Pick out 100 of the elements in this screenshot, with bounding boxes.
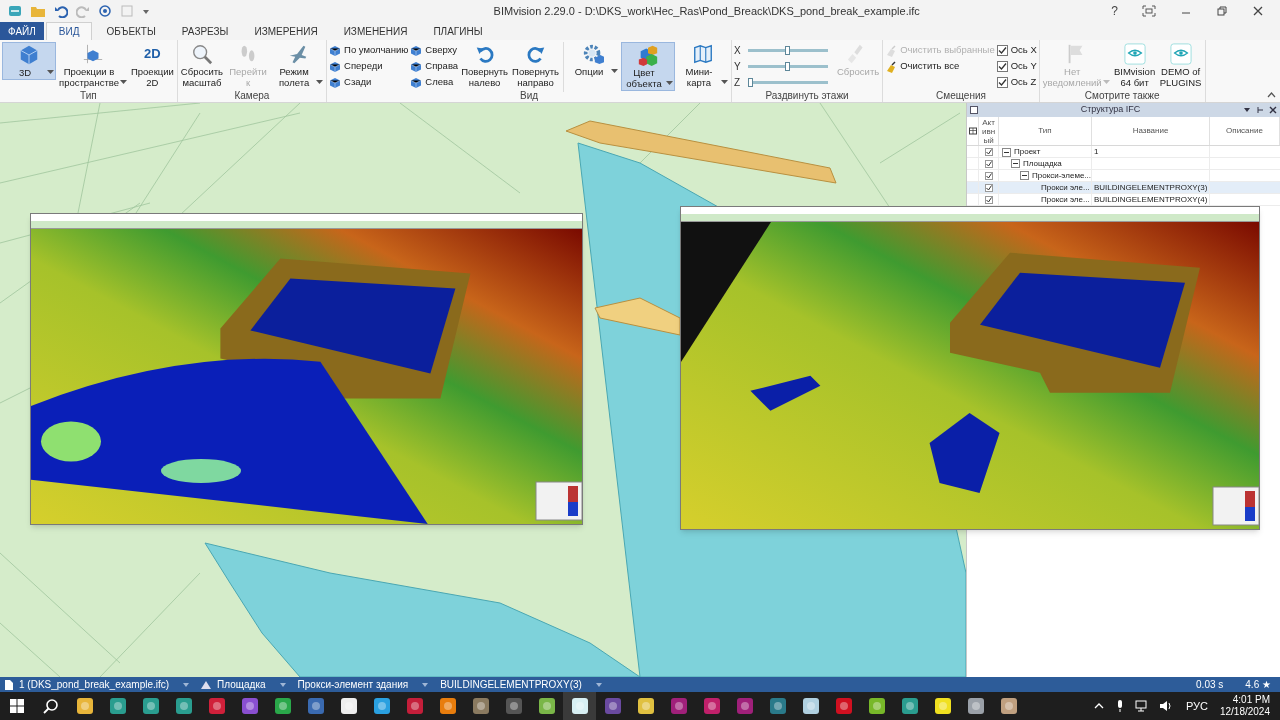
app-icon[interactable] (570, 697, 589, 715)
app-icon[interactable] (999, 697, 1018, 715)
tree-item[interactable]: Прокси эле... (1041, 182, 1090, 194)
dock-icon[interactable] (1256, 106, 1264, 114)
expander-icon[interactable] (1011, 159, 1020, 168)
ribbon-button[interactable]: Цвет объекта (620, 42, 675, 91)
app-icon[interactable] (867, 697, 886, 715)
ribbon-button[interactable]: Сбросить масштаб (179, 42, 225, 89)
help-button[interactable]: ? (1103, 2, 1126, 20)
ribbon-button[interactable]: 3D (2, 42, 56, 80)
app-icon[interactable] (801, 697, 820, 715)
clock-time[interactable]: 4:01 PM (1232, 694, 1270, 706)
ribbon-button[interactable]: Мини-карта (676, 42, 729, 89)
ribbon-button[interactable]: 2D Проекции 2D (129, 42, 175, 89)
column-header[interactable]: Описание (1226, 125, 1263, 137)
ribbon-tab[interactable]: ВИД (45, 22, 93, 40)
app-icon[interactable] (339, 697, 358, 715)
target-icon[interactable] (98, 4, 112, 18)
tree-row[interactable]: Площадка (967, 158, 1280, 170)
language-indicator[interactable]: РУС (1185, 697, 1208, 715)
ribbon-button[interactable]: BIMvision 64 бит (1112, 42, 1157, 89)
breadcrumb[interactable]: Прокси-элемент здания (297, 677, 409, 692)
tree-row[interactable]: Прокси эле... BUILDINGELEMENTPROXY(3) (967, 182, 1280, 194)
app-icon[interactable] (240, 697, 259, 715)
tree-item[interactable]: Прокси эле... (1041, 194, 1090, 206)
checkbox[interactable]: Ось Z (996, 75, 1037, 90)
checkbox[interactable]: Ось Y (996, 59, 1037, 74)
dropdown-arrow-icon[interactable] (422, 682, 429, 687)
row-checkbox[interactable] (984, 148, 993, 156)
slider-thumb[interactable] (785, 46, 791, 55)
app-icon[interactable] (768, 697, 787, 715)
ribbon-button[interactable]: Спереди (329, 59, 409, 74)
row-checkbox[interactable] (984, 184, 993, 192)
tray-caret-icon[interactable] (1093, 703, 1104, 709)
ribbon-button[interactable]: Сверху (410, 43, 459, 58)
ribbon-tab[interactable]: ОБЪЕКТЫ (94, 22, 168, 40)
ribbon-button[interactable]: Очистить все (885, 59, 995, 74)
ribbon-button[interactable]: Справа (410, 59, 459, 74)
row-checkbox[interactable] (984, 171, 993, 180)
dropdown-arrow-icon[interactable] (183, 682, 190, 687)
column-chooser-icon[interactable] (968, 127, 977, 135)
row-checkbox[interactable] (984, 196, 993, 204)
ribbon-tab[interactable]: ФАЙЛ (0, 22, 44, 40)
microphone-icon[interactable] (1115, 699, 1124, 713)
app-icon[interactable] (438, 697, 457, 715)
clock-date[interactable]: 12/18/2024 (1219, 706, 1270, 718)
ribbon-button[interactable]: DEMO of PLUGINS (1158, 42, 1203, 89)
app-icon[interactable] (933, 697, 952, 715)
dropdown-arrow-icon[interactable] (279, 682, 286, 687)
restore-icon[interactable] (1216, 5, 1228, 17)
tree-item[interactable]: Прокси-элеме... (1032, 170, 1091, 181)
slider-track[interactable] (747, 78, 828, 87)
expander-icon[interactable] (1002, 147, 1011, 157)
fullscreen-icon[interactable] (1142, 5, 1156, 17)
tree-item[interactable]: Проект (1014, 146, 1041, 158)
panel-pin-icon[interactable] (970, 106, 978, 114)
ribbon-button[interactable]: Слева (410, 75, 459, 90)
tree-row[interactable]: Прокси эле... BUILDINGELEMENTPROXY(4) (967, 194, 1280, 206)
undo-icon[interactable] (54, 4, 68, 18)
collapse-ribbon-icon[interactable] (1267, 92, 1276, 98)
dropdown-arrow-icon[interactable] (595, 682, 602, 687)
ribbon-button[interactable]: Опции (566, 42, 619, 78)
app-icon[interactable] (372, 697, 391, 715)
close-icon[interactable] (1269, 106, 1277, 114)
app-icon[interactable] (108, 697, 127, 715)
customize-caret-icon[interactable] (142, 7, 150, 15)
app-icon[interactable] (273, 697, 292, 715)
ribbon-button[interactable]: Проекции в пространстве (58, 42, 128, 89)
row-checkbox[interactable] (984, 159, 993, 168)
slider-thumb[interactable] (747, 78, 753, 87)
app-icon[interactable] (966, 697, 985, 715)
search-icon[interactable] (43, 698, 59, 714)
ribbon-button[interactable]: Повернуть налево (460, 42, 510, 89)
ribbon-button[interactable]: Режим полета (272, 42, 325, 89)
ribbon-tab[interactable]: РАЗРЕЗЫ (169, 22, 241, 40)
column-header[interactable]: Название (1132, 125, 1169, 137)
ribbon-button[interactable]: Сзади (329, 75, 409, 90)
ribbon-button[interactable]: Повернуть направо (511, 42, 560, 89)
app-icon[interactable] (900, 697, 919, 715)
network-icon[interactable] (1134, 700, 1149, 712)
app-icon[interactable] (471, 697, 490, 715)
app-icon[interactable] (537, 697, 556, 715)
tree-item[interactable]: Площадка (1023, 158, 1062, 169)
app-icon[interactable] (306, 697, 325, 715)
expander-icon[interactable] (1020, 171, 1029, 180)
windows-logo-icon[interactable] (10, 699, 24, 713)
close-icon[interactable] (1252, 5, 1264, 17)
speaker-icon[interactable] (1158, 700, 1173, 712)
tree-row[interactable]: Прокси-элеме... (967, 170, 1280, 182)
breadcrumb[interactable]: BUILDINGELEMENTPROXY(3) (440, 677, 582, 692)
slider-thumb[interactable] (785, 62, 791, 71)
ribbon-tab[interactable]: ИЗМЕРЕНИЯ (242, 22, 330, 40)
app-icon[interactable] (75, 697, 94, 715)
app-icon[interactable] (141, 697, 160, 715)
ribbon-tab[interactable]: ИЗМЕНЕНИЯ (331, 22, 420, 40)
app-icon[interactable] (174, 697, 193, 715)
tree-row[interactable]: Проект 1 (967, 146, 1280, 158)
column-header[interactable]: Тип (1038, 125, 1052, 137)
app-icon[interactable] (636, 697, 655, 715)
column-header[interactable]: Активный (981, 117, 996, 145)
